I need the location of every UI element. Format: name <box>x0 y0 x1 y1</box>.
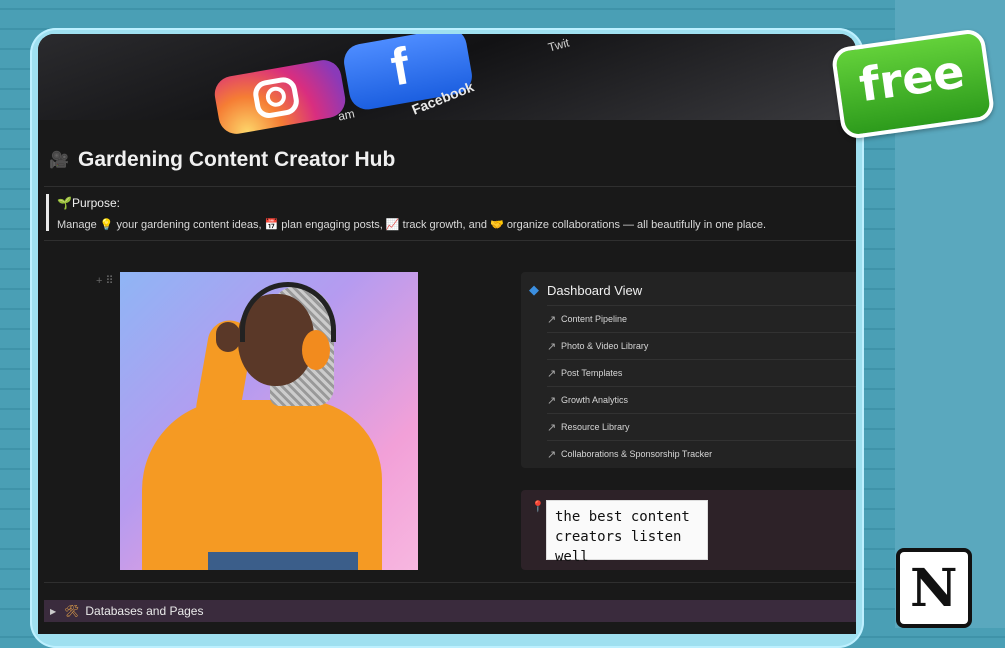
dashboard-view-callout: ◆ Dashboard View ↗ Content Pipeline ↗ Ph… <box>521 272 856 468</box>
quote-callout: 📍 the best content creators listen well <box>521 490 856 570</box>
quote-line: the best content <box>555 509 690 525</box>
purpose-callout: 🌱Purpose: Manage 💡 your gardening conten… <box>46 194 856 231</box>
dashboard-link-label: Content Pipeline <box>561 314 628 324</box>
quote-line: creators listen well <box>555 529 682 565</box>
twitter-label: Twit <box>546 35 571 55</box>
databases-toggle-label: Databases and Pages <box>85 604 204 618</box>
quote-note: the best content creators listen well <box>546 500 708 565</box>
drag-handle-icon[interactable]: + ⠿ <box>96 274 114 287</box>
instagram-icon <box>211 57 349 137</box>
purpose-heading: 🌱Purpose: <box>57 196 120 210</box>
divider <box>44 582 856 583</box>
dashboard-link-label: Resource Library <box>561 422 630 432</box>
purpose-text: Manage 💡 your gardening content ideas, 📅… <box>57 219 767 231</box>
link-arrow-icon: ↗ <box>547 367 557 380</box>
link-arrow-icon: ↗ <box>547 313 557 326</box>
databases-toggle[interactable]: ▶ 🛠 Databases and Pages <box>44 600 856 622</box>
dashboard-link-collaborations[interactable]: ↗ Collaborations & Sponsorship Tracker <box>547 440 856 467</box>
link-arrow-icon: ↗ <box>547 421 557 434</box>
divider <box>44 186 856 187</box>
headphones-icon <box>302 330 330 370</box>
page-header: 🎥 Gardening Content Creator Hub <box>48 144 395 176</box>
dashboard-header: ◆ Dashboard View <box>529 282 642 298</box>
film-camera-icon[interactable]: 🎥 <box>48 149 70 171</box>
creator-image <box>120 272 418 570</box>
dashboard-link-content-pipeline[interactable]: ↗ Content Pipeline <box>547 305 856 332</box>
tools-icon: 🛠 <box>64 604 80 618</box>
link-arrow-icon: ↗ <box>547 340 557 353</box>
dashboard-link-post-templates[interactable]: ↗ Post Templates <box>547 359 856 386</box>
dashboard-link-photo-video-library[interactable]: ↗ Photo & Video Library <box>547 332 856 359</box>
dashboard-link-resource-library[interactable]: ↗ Resource Library <box>547 413 856 440</box>
dashboard-link-label: Growth Analytics <box>561 395 629 405</box>
link-arrow-icon: ↗ <box>547 448 557 461</box>
dashboard-title: Dashboard View <box>547 282 643 298</box>
notion-logo: N <box>896 548 972 628</box>
divider <box>44 240 856 241</box>
notion-window: am f Facebook Twit 🎥 Gardening Content C… <box>38 34 856 634</box>
pin-icon: 📍 <box>531 501 545 513</box>
toggle-triangle-icon[interactable]: ▶ <box>50 607 56 616</box>
link-arrow-icon: ↗ <box>547 394 557 407</box>
dashboard-link-label: Collaborations & Sponsorship Tracker <box>561 449 713 459</box>
instagram-label: am <box>336 106 356 124</box>
diamond-icon: ◆ <box>529 282 539 297</box>
dashboard-link-label: Post Templates <box>561 368 623 378</box>
dashboard-link-growth-analytics[interactable]: ↗ Growth Analytics <box>547 386 856 413</box>
cover-banner: am f Facebook Twit <box>38 34 856 137</box>
page-title[interactable]: Gardening Content Creator Hub <box>78 148 395 172</box>
dashboard-link-label: Photo & Video Library <box>561 341 649 351</box>
